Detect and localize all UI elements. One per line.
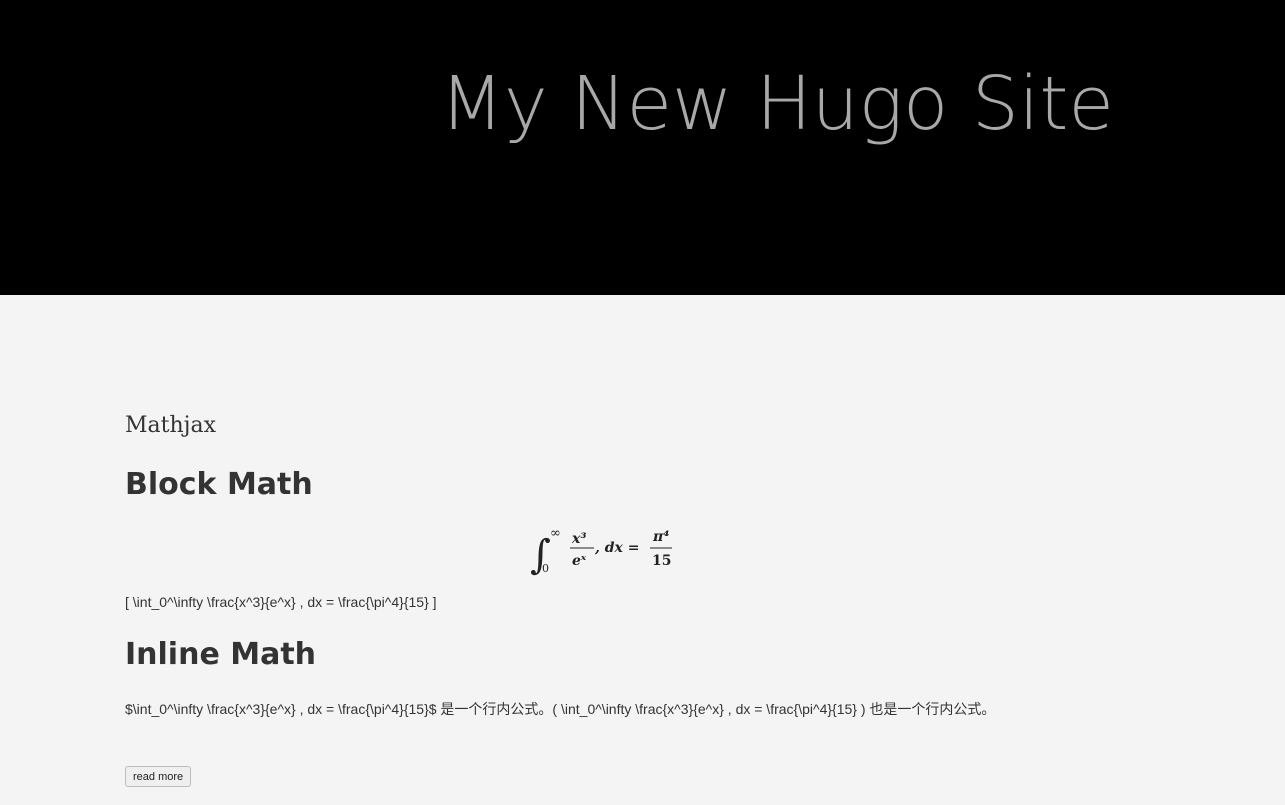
block-math-formula: ∫ ∞ 0 x³ eˣ , dx = π⁴ 15	[530, 526, 672, 578]
integral-lower-limit: 0	[542, 562, 549, 575]
integral-upper-limit: ∞	[550, 526, 561, 541]
formula-middle: , dx =	[594, 540, 640, 556]
inline-math-heading: Inline Math	[125, 637, 317, 672]
rhs-denominator: 15	[652, 553, 671, 569]
block-math-heading: Block Math	[125, 467, 313, 502]
lhs-denominator: eˣ	[572, 553, 587, 569]
lhs-numerator: x³	[571, 531, 586, 547]
post-title[interactable]: Mathjax	[125, 413, 216, 438]
rhs-numerator: π⁴	[652, 529, 669, 545]
site-title[interactable]: My New Hugo Site	[440, 60, 1114, 149]
block-math-source-text: [ \int_0^\infty \frac{x^3}{e^x} , dx = \…	[125, 594, 437, 610]
inline-math-paragraph: $\int_0^\infty \frac{x^3}{e^x} , dx = \f…	[125, 701, 996, 717]
read-more-button[interactable]: read more	[125, 766, 192, 787]
site-header: My New Hugo Site	[0, 0, 1285, 295]
